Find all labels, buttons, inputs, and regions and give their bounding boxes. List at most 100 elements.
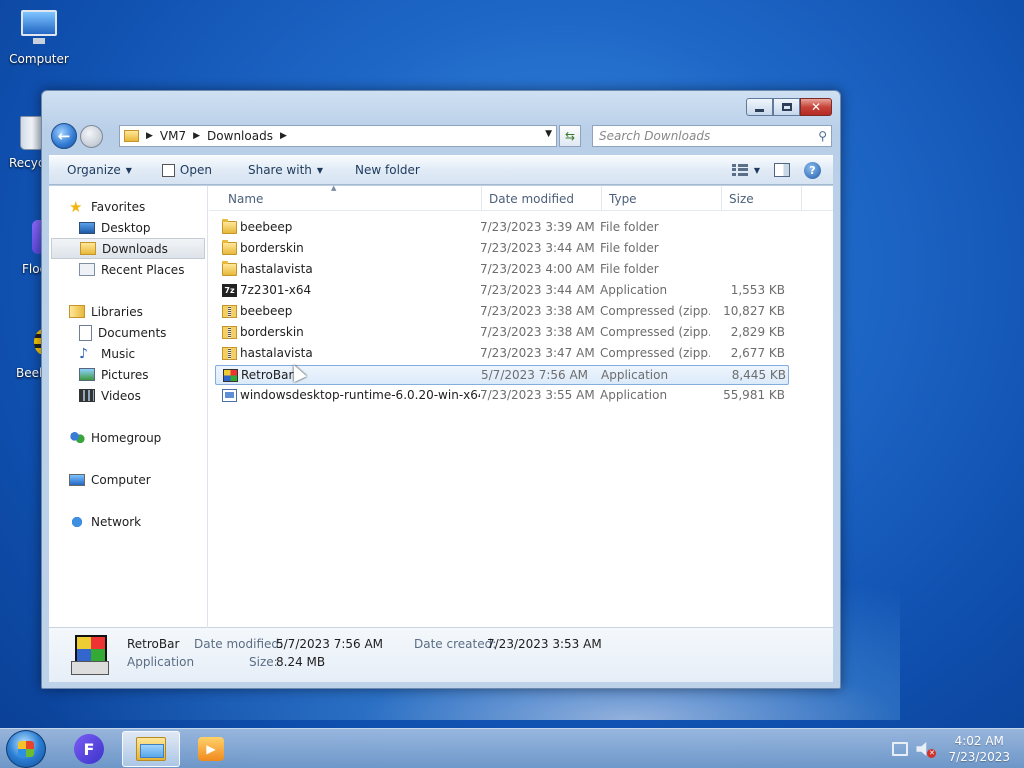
command-bar: Organize ▼ Open Share with ▼ New folder …	[49, 155, 833, 185]
taskbar-media-player[interactable]: ▶	[182, 731, 240, 767]
file-row[interactable]: borderskin 7/23/2023 3:38 AM Compressed (z…	[215, 323, 789, 343]
file-date-modified: 7/23/2023 3:38 AM	[480, 304, 595, 318]
network-status-icon[interactable]	[892, 742, 909, 756]
file-row[interactable]: 7z 7z2301-x64 7/23/2023 3:44 AM Application…	[215, 281, 789, 301]
address-bar[interactable]: ▶ VM7 ▶ Downloads ▶ ▼	[119, 125, 557, 147]
file-date-modified: 7/23/2023 3:55 AM	[480, 388, 595, 402]
file-row[interactable]: beebeep 7/23/2023 3:38 AM Compressed (zipp…	[215, 302, 789, 322]
nav-label: Computer	[91, 472, 151, 487]
new-folder-button[interactable]: New folder	[347, 160, 428, 180]
organize-button[interactable]: Organize ▼	[59, 160, 140, 180]
file-date-modified: 5/7/2023 7:56 AM	[481, 368, 589, 382]
downloads-folder-icon	[80, 242, 96, 255]
column-header-name[interactable]: Name	[221, 186, 482, 211]
open-label: Open	[179, 163, 212, 177]
taskbar-floorp[interactable]: F	[60, 731, 118, 767]
nav-computer[interactable]: Computer	[49, 469, 207, 490]
forward-button[interactable]	[80, 125, 103, 148]
file-date-modified: 7/23/2023 4:00 AM	[480, 262, 595, 276]
chevron-right-icon[interactable]: ▶	[193, 131, 200, 141]
nav-music[interactable]: ♪ Music	[49, 343, 207, 364]
nav-pictures[interactable]: Pictures	[49, 364, 207, 385]
chevron-right-icon[interactable]: ▶	[146, 131, 153, 141]
file-name: borderskin	[240, 241, 304, 255]
details-type: Application	[127, 655, 195, 669]
nav-homegroup[interactable]: Homegroup	[49, 427, 207, 448]
file-size: 10,827 KB	[723, 304, 785, 318]
file-name: beebeep	[240, 304, 293, 318]
file-size: 2,677 KB	[730, 346, 785, 360]
refresh-icon: ⇆	[564, 129, 576, 143]
minimize-icon	[755, 108, 764, 112]
column-header-type[interactable]: Type	[602, 186, 722, 211]
nav-libraries[interactable]: Libraries	[49, 301, 207, 322]
file-size: 8,445 KB	[731, 368, 786, 382]
taskbar-explorer[interactable]	[122, 731, 180, 767]
navigation-row: ← ▶ VM7 ▶ Downloads ▶ ▼ ⇆ Search Downloa…	[49, 123, 833, 149]
share-with-button[interactable]: Share with ▼	[240, 160, 331, 180]
help-icon[interactable]: ?	[804, 161, 821, 179]
column-header-size[interactable]: Size	[722, 186, 802, 211]
chevron-right-icon[interactable]: ▶	[280, 131, 287, 141]
file-size: 55,981 KB	[723, 388, 785, 402]
nav-favorites[interactable]: ★ Favorites	[49, 196, 207, 217]
search-input[interactable]: Search Downloads ⚲	[592, 125, 832, 147]
chevron-down-icon[interactable]: ▼	[545, 129, 552, 139]
system-tray: ✕ 4:02 AM 7/23/2023	[892, 733, 1010, 765]
back-arrow-icon: ←	[57, 127, 71, 145]
search-icon[interactable]: ⚲	[818, 129, 827, 143]
column-header-date-modified[interactable]: Date modified	[482, 186, 602, 211]
nav-videos[interactable]: Videos	[49, 385, 207, 406]
back-button[interactable]: ←	[51, 123, 77, 149]
desktop-icon-computer[interactable]: Computer	[1, 8, 77, 66]
folder-icon	[222, 261, 237, 276]
open-icon	[161, 163, 175, 177]
details-view-icon	[731, 164, 748, 176]
details-modified-label: Date modified:	[194, 637, 284, 651]
file-row[interactable]: hastalavista 7/23/2023 4:00 AM File folder	[215, 260, 789, 280]
chevron-down-icon: ▼	[125, 165, 132, 175]
folder-icon	[124, 130, 139, 142]
start-button[interactable]	[6, 730, 46, 768]
network-icon	[69, 513, 85, 530]
preview-pane-icon[interactable]	[774, 163, 790, 177]
recent-places-icon	[79, 263, 95, 276]
open-button[interactable]: Open	[154, 160, 220, 180]
column-label: Size	[729, 191, 754, 206]
breadcrumb-item-downloads[interactable]: Downloads	[207, 129, 273, 143]
breadcrumb: ▶ VM7 ▶ Downloads ▶	[124, 129, 287, 143]
file-date-modified: 7/23/2023 3:44 AM	[480, 283, 595, 297]
file-type: File folder	[600, 262, 659, 276]
nav-network[interactable]: Network	[49, 511, 207, 532]
breadcrumb-item-vm7[interactable]: VM7	[160, 129, 186, 143]
pictures-icon	[79, 368, 95, 381]
details-name: RetroBar	[127, 637, 180, 651]
minimize-button[interactable]	[746, 98, 773, 116]
file-type: File folder	[600, 220, 659, 234]
zip-icon	[222, 326, 237, 339]
close-button[interactable]: ✕	[800, 98, 832, 116]
file-type: Application	[600, 388, 668, 402]
computer-icon	[19, 8, 59, 48]
file-date-modified: 7/23/2023 3:47 AM	[480, 346, 595, 360]
nav-desktop[interactable]: Desktop	[49, 217, 207, 238]
refresh-button[interactable]: ⇆	[559, 125, 581, 147]
nav-documents[interactable]: Documents	[49, 322, 207, 343]
file-name: RetroBar	[241, 368, 294, 382]
nav-label: Downloads	[102, 241, 168, 256]
clock[interactable]: 4:02 AM 7/23/2023	[948, 733, 1010, 765]
file-row[interactable]: beebeep 7/23/2023 3:39 AM File folder	[215, 218, 789, 238]
change-view-button[interactable]: ▼	[731, 164, 760, 176]
floorp-icon: F	[74, 734, 104, 764]
retrobar-icon	[223, 369, 238, 382]
file-row[interactable]: windowsdesktop-runtime-6.0.20-win-x64 7/2…	[215, 386, 789, 406]
nav-downloads[interactable]: Downloads	[51, 238, 205, 259]
nav-recent-places[interactable]: Recent Places	[49, 259, 207, 280]
file-row[interactable]: hastalavista 7/23/2023 3:47 AM Compressed …	[215, 344, 789, 364]
file-name: borderskin	[240, 325, 304, 339]
file-row[interactable]: borderskin 7/23/2023 3:44 AM File folder	[215, 239, 789, 259]
details-created-label: Date created:	[414, 637, 497, 651]
maximize-button[interactable]	[773, 98, 800, 116]
volume-muted-icon[interactable]: ✕	[916, 742, 937, 758]
folder-icon	[222, 240, 237, 255]
